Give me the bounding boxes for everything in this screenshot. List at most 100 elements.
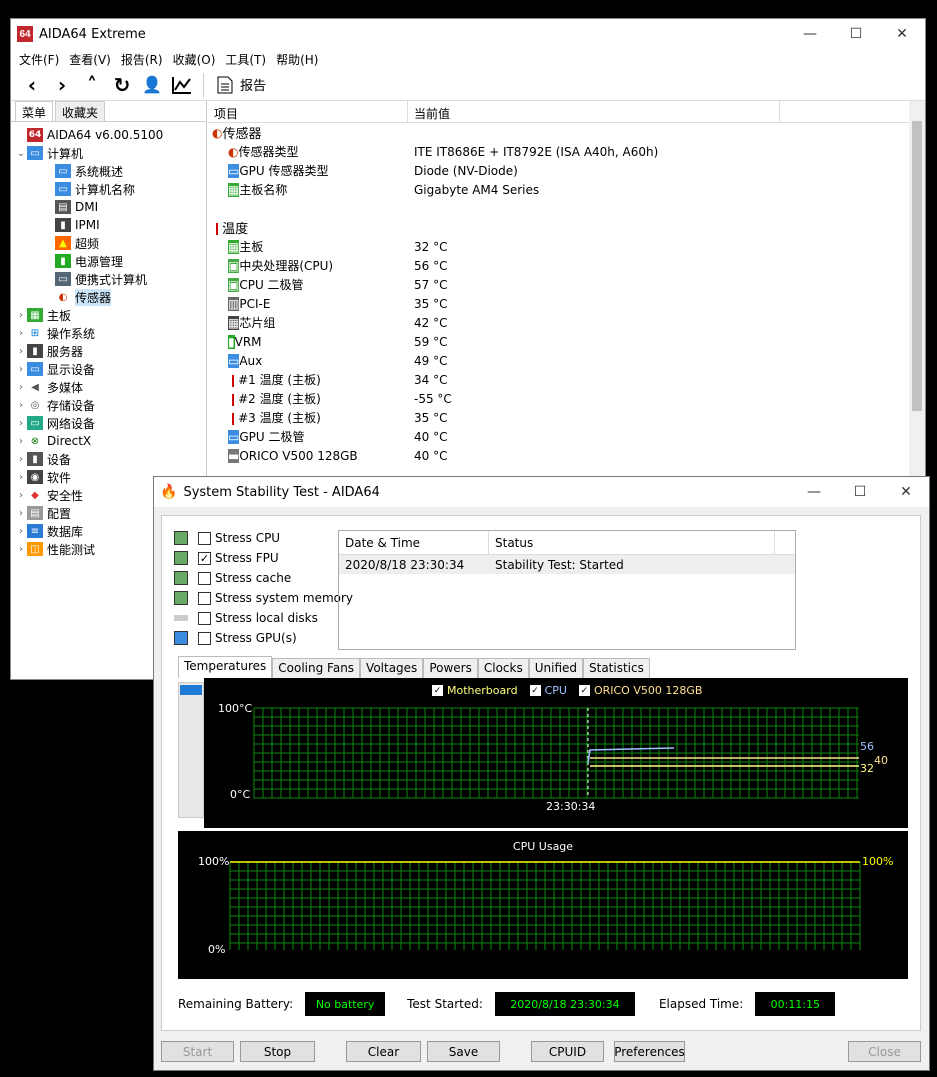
sensor-row[interactable]: ▭ Aux 49 °C bbox=[208, 351, 925, 370]
stress-option[interactable]: ✓ Stress FPU bbox=[174, 548, 353, 568]
tab-favorites[interactable]: 收藏夹 bbox=[55, 101, 106, 121]
expand-chevron-icon[interactable]: › bbox=[15, 364, 27, 375]
expand-chevron-icon[interactable]: › bbox=[15, 472, 27, 483]
sensor-row[interactable]: ▮ VRM 59 °C bbox=[208, 332, 925, 351]
sensor-row[interactable]: ▦ 主板 32 °C bbox=[208, 237, 925, 256]
expand-chevron-icon[interactable]: › bbox=[15, 436, 27, 447]
col-item-header[interactable]: 项目 bbox=[208, 101, 408, 122]
back-icon[interactable]: ‹ bbox=[17, 71, 47, 99]
tree-item[interactable]: › ▭ 显示设备 bbox=[11, 360, 206, 378]
expand-chevron-icon[interactable]: › bbox=[15, 454, 27, 465]
sensor-row[interactable]: ❙ #1 温度 (主板) 34 °C bbox=[208, 370, 925, 389]
checkbox[interactable] bbox=[198, 591, 211, 605]
log-col-date[interactable]: Date & Time bbox=[339, 531, 489, 554]
checkbox[interactable]: ✓ bbox=[198, 551, 211, 565]
tree-item[interactable]: ◐ 传感器 bbox=[11, 288, 206, 306]
expand-chevron-icon[interactable]: › bbox=[15, 418, 27, 429]
tree-item[interactable]: ▮ IPMI bbox=[11, 216, 206, 234]
expand-chevron-icon[interactable]: › bbox=[15, 508, 27, 519]
graph-tab[interactable]: Powers bbox=[423, 658, 478, 678]
tree-item[interactable]: ⌄ ▭ 计算机 bbox=[11, 144, 206, 162]
graph-tab[interactable]: Cooling Fans bbox=[272, 658, 361, 678]
tree-item[interactable]: › ▮ 服务器 bbox=[11, 342, 206, 360]
expand-chevron-icon[interactable]: › bbox=[15, 490, 27, 501]
tree-item[interactable]: ▭ 系统概述 bbox=[11, 162, 206, 180]
sensor-row[interactable]: ❙ #3 温度 (主板) 35 °C bbox=[208, 408, 925, 427]
stress-option[interactable]: Stress GPU(s) bbox=[174, 628, 353, 648]
expand-chevron-icon[interactable]: › bbox=[15, 382, 27, 393]
graph-tab[interactable]: Clocks bbox=[477, 658, 529, 678]
minimize-icon[interactable]: — bbox=[787, 19, 833, 49]
expand-chevron-icon[interactable]: › bbox=[15, 544, 27, 555]
graph-scrollbar[interactable] bbox=[178, 682, 204, 818]
close-icon[interactable]: ✕ bbox=[883, 477, 929, 507]
tree-item[interactable]: › ⊗ DirectX bbox=[11, 432, 206, 450]
tree-item[interactable]: › ▦ 主板 bbox=[11, 306, 206, 324]
sensor-row[interactable]: ▣ CPU 二极管 57 °C bbox=[208, 275, 925, 294]
user-icon[interactable]: 👤 bbox=[137, 71, 167, 99]
tree-item[interactable]: › ▮ 设备 bbox=[11, 450, 206, 468]
tree-item[interactable]: › ◎ 存储设备 bbox=[11, 396, 206, 414]
tree-item[interactable]: 64 AIDA64 v6.00.5100 bbox=[11, 126, 206, 144]
checkbox[interactable] bbox=[198, 631, 211, 645]
tree-item[interactable]: ▲ 超频 bbox=[11, 234, 206, 252]
menu-report[interactable]: 报告(R) bbox=[117, 51, 167, 68]
report-button-label[interactable]: 报告 bbox=[240, 75, 266, 94]
expand-chevron-icon[interactable]: › bbox=[15, 328, 27, 339]
sensor-row[interactable]: ▣ 中央处理器(CPU) 56 °C bbox=[208, 256, 925, 275]
checkbox[interactable] bbox=[198, 531, 211, 545]
expand-chevron-icon[interactable]: › bbox=[15, 526, 27, 537]
tree-item[interactable]: ▭ 便携式计算机 bbox=[11, 270, 206, 288]
legend-checkbox[interactable]: ✓ bbox=[578, 685, 590, 696]
checkbox[interactable] bbox=[198, 571, 211, 585]
tree-item[interactable]: › ▭ 网络设备 bbox=[11, 414, 206, 432]
graph-tab[interactable]: Voltages bbox=[360, 658, 424, 678]
group-header[interactable]: ❙ 温度 bbox=[208, 218, 925, 237]
menu-view[interactable]: 查看(V) bbox=[65, 51, 115, 68]
stress-option[interactable]: Stress system memory bbox=[174, 588, 353, 608]
chart-icon[interactable] bbox=[167, 71, 197, 99]
checkbox[interactable] bbox=[198, 611, 211, 625]
log-col-status[interactable]: Status bbox=[489, 531, 775, 554]
group-header[interactable]: ◐ 传感器 bbox=[208, 123, 925, 142]
report-icon[interactable] bbox=[210, 71, 240, 99]
clear-button[interactable]: Clear bbox=[346, 1041, 421, 1062]
tree-item[interactable]: › ◀ 多媒体 bbox=[11, 378, 206, 396]
sensor-row[interactable]: ❙ #2 温度 (主板) -55 °C bbox=[208, 389, 925, 408]
legend-checkbox[interactable]: ✓ bbox=[432, 685, 443, 696]
preferences-button[interactable]: Preferences bbox=[614, 1041, 685, 1062]
menu-file[interactable]: 文件(F) bbox=[15, 51, 63, 68]
sensor-row[interactable]: ▦ 主板名称 Gigabyte AM4 Series bbox=[208, 180, 925, 199]
maximize-icon[interactable]: ☐ bbox=[833, 19, 879, 49]
cpuid-button[interactable]: CPUID bbox=[531, 1041, 604, 1062]
stop-button[interactable]: Stop bbox=[240, 1041, 315, 1062]
sensor-row[interactable]: ▭ GPU 二极管 40 °C bbox=[208, 427, 925, 446]
col-value-header[interactable]: 当前值 bbox=[408, 101, 780, 122]
close-button[interactable]: Close bbox=[848, 1041, 921, 1062]
log-row[interactable]: 2020/8/18 23:30:34 Stability Test: Start… bbox=[339, 555, 795, 574]
refresh-icon[interactable]: ↻ bbox=[107, 71, 137, 99]
sensor-row[interactable]: ▬ ORICO V500 128GB 40 °C bbox=[208, 446, 925, 465]
tree-item[interactable]: ▤ DMI bbox=[11, 198, 206, 216]
stress-option[interactable]: Stress local disks bbox=[174, 608, 353, 628]
sensor-row[interactable]: ▦ 芯片组 42 °C bbox=[208, 313, 925, 332]
sensor-row[interactable]: ▥ PCI-E 35 °C bbox=[208, 294, 925, 313]
start-button[interactable]: Start bbox=[161, 1041, 234, 1062]
sensor-row[interactable]: ▭ GPU 传感器类型 Diode (NV-Diode) bbox=[208, 161, 925, 180]
menu-favorites[interactable]: 收藏(O) bbox=[169, 51, 220, 68]
forward-icon[interactable]: › bbox=[47, 71, 77, 99]
graph-tab[interactable]: Unified bbox=[528, 658, 583, 678]
tree-item[interactable]: › ⊞ 操作系统 bbox=[11, 324, 206, 342]
legend-checkbox[interactable]: ✓ bbox=[529, 685, 541, 696]
tree-item[interactable]: ▭ 计算机名称 bbox=[11, 180, 206, 198]
expand-chevron-icon[interactable]: › bbox=[15, 400, 27, 411]
expand-chevron-icon[interactable]: › bbox=[15, 346, 27, 357]
sensor-row[interactable]: ◐ 传感器类型 ITE IT8686E + IT8792E (ISA A40h, A… bbox=[208, 142, 925, 161]
stress-option[interactable]: Stress CPU bbox=[174, 528, 353, 548]
tree-item[interactable]: ▮ 电源管理 bbox=[11, 252, 206, 270]
tab-menu[interactable]: 菜单 bbox=[15, 101, 54, 121]
menu-tools[interactable]: 工具(T) bbox=[221, 51, 270, 68]
expand-chevron-icon[interactable]: › bbox=[15, 310, 27, 321]
graph-tab[interactable]: Temperatures bbox=[178, 656, 273, 678]
stress-option[interactable]: Stress cache bbox=[174, 568, 353, 588]
